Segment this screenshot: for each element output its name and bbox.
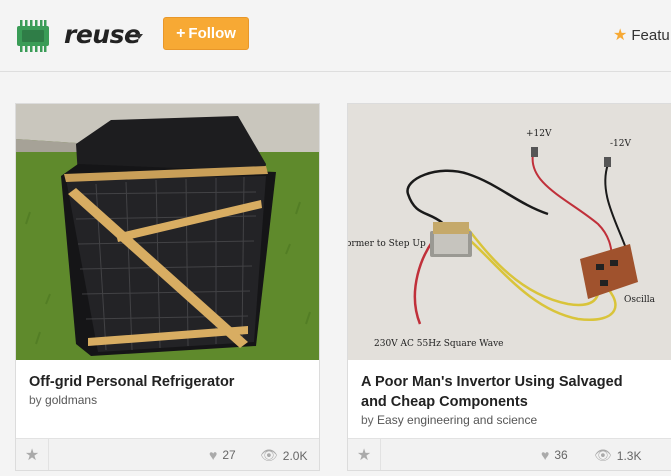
project-author: by Easy engineering and science [361, 413, 537, 427]
follow-label: Follow [188, 25, 236, 42]
favorite-star-icon[interactable]: ★ [16, 439, 49, 470]
circuit-chip-icon[interactable] [14, 19, 52, 53]
favorites-count: ♥ 36 [541, 447, 568, 463]
project-card[interactable]: Off-grid Personal Refrigerator by goldma… [15, 103, 320, 471]
category-title[interactable]: reuse [64, 20, 141, 49]
project-thumbnail[interactable] [16, 104, 319, 360]
photo-label-transformer: ormer to Step Up [348, 239, 426, 249]
heart-icon: ♥ [541, 447, 550, 463]
favorites-count: ♥ 27 [209, 447, 236, 463]
eye-icon: 👁 [594, 447, 612, 463]
photo-label-oscillator: Oscilla [624, 295, 656, 305]
follow-button[interactable]: + Follow [163, 17, 249, 50]
photo-label-minus12: -12V [610, 139, 631, 149]
photo-label-plus12: +12V [526, 129, 552, 139]
favorite-star-icon[interactable]: ★ [348, 439, 381, 470]
author-prefix: by [361, 413, 374, 427]
favorites-value: 36 [554, 448, 568, 462]
star-icon: ★ [613, 27, 628, 44]
card-footer: ★ ♥ 27 👁 2.0K [16, 438, 319, 470]
author-link[interactable]: Easy engineering and science [377, 413, 537, 427]
project-author: by goldmans [29, 393, 97, 407]
views-count: 👁 2.0K [260, 447, 307, 464]
author-prefix: by [29, 393, 42, 407]
photo-label-wave: 230V AC 55Hz Square Wave [374, 339, 504, 349]
views-value: 1.3K [616, 448, 642, 463]
project-title[interactable]: A Poor Man's Invertor Using Salvaged and… [361, 372, 651, 412]
eye-icon: 👁 [260, 447, 278, 463]
project-card[interactable]: +12V -12V ormer to Step Up Oscilla 230V … [347, 103, 671, 471]
heart-icon: ♥ [209, 447, 218, 463]
project-title[interactable]: Off-grid Personal Refrigerator [29, 372, 319, 392]
favorites-value: 27 [222, 448, 236, 462]
views-count: 👁 1.3K [594, 447, 641, 464]
plus-icon: + [176, 24, 186, 42]
card-footer: ★ ♥ 36 👁 1.3K [348, 438, 671, 470]
project-thumbnail[interactable]: +12V -12V ormer to Step Up Oscilla 230V … [348, 104, 671, 360]
views-value: 2.0K [282, 448, 308, 463]
featured-link[interactable]: ★ Featu [613, 25, 670, 45]
featured-label: Featu [631, 26, 670, 44]
author-link[interactable]: goldmans [45, 393, 97, 407]
top-header: reuse + Follow ★ Featu [0, 0, 671, 72]
chevron-down-icon[interactable] [135, 34, 143, 39]
